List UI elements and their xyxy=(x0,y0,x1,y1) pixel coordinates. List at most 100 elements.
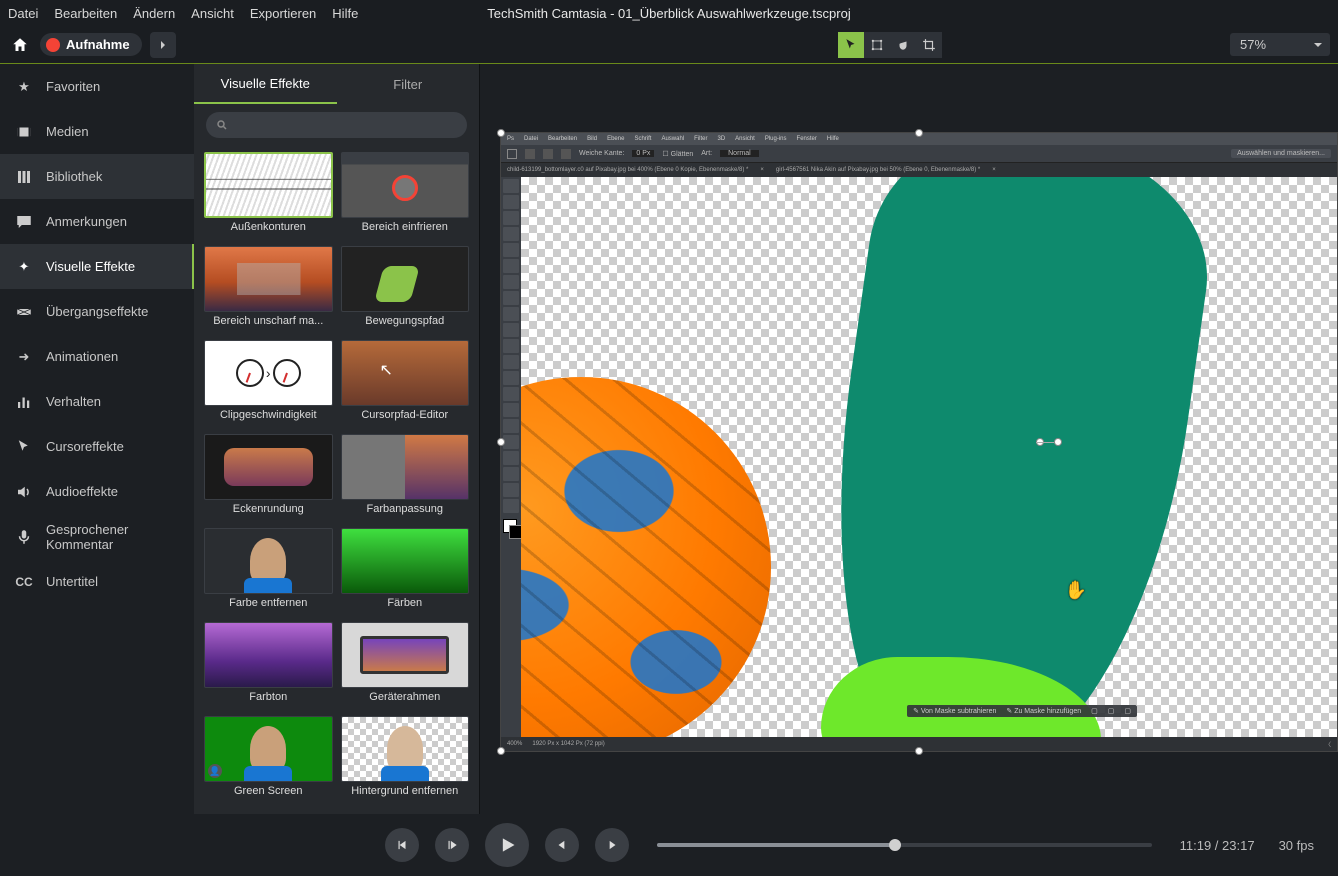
clock-icon xyxy=(236,359,264,387)
main-area: ★ Favoriten Medien Bibliothek Anmerkunge… xyxy=(0,64,1338,814)
sock-leg xyxy=(798,177,1224,737)
effect-bewegungspfad[interactable]: Bewegungspfad xyxy=(341,246,470,334)
selection-handle[interactable] xyxy=(497,747,505,755)
tool-select[interactable] xyxy=(838,32,864,58)
sidebar-item-annotations[interactable]: Anmerkungen xyxy=(0,199,194,244)
animation-icon: ➜ xyxy=(14,347,34,367)
tool-crop[interactable] xyxy=(916,32,942,58)
effect-thumbnail xyxy=(204,622,333,688)
effect-farbanpassung[interactable]: Farbanpassung xyxy=(341,434,470,522)
record-button[interactable]: Aufnahme xyxy=(40,33,142,56)
tool-pan-alt[interactable] xyxy=(864,32,890,58)
effect-green-screen[interactable]: 👤 Green Screen xyxy=(204,716,333,804)
effect-farbe-entfernen[interactable]: Farbe entfernen xyxy=(204,528,333,616)
effect-thumbnail: › xyxy=(204,340,333,406)
effect-hintergrund-entfernen[interactable]: Hintergrund entfernen xyxy=(341,716,470,804)
effects-grid: Außenkonturen Bereich einfrieren Bereich… xyxy=(194,146,479,814)
effect-thumbnail xyxy=(341,528,470,594)
ps-document-tabs: child-613199_bottomlayer.c0 auf Pixabay.… xyxy=(501,163,1337,177)
tab-filter[interactable]: Filter xyxy=(337,64,480,104)
sidebar-item-label: Verhalten xyxy=(46,394,101,409)
effect-clipgeschwindigkeit[interactable]: › Clipgeschwindigkeit xyxy=(204,340,333,428)
step-back-button[interactable] xyxy=(435,828,469,862)
prev-frame-button[interactable] xyxy=(385,828,419,862)
effect-label: Green Screen xyxy=(204,785,333,797)
effect-aussenkonturen[interactable]: Außenkonturen xyxy=(204,152,333,240)
menu-help[interactable]: Hilfe xyxy=(332,6,358,21)
effects-panel: Visuelle Effekte Filter Außenkonturen Be… xyxy=(194,64,480,814)
effect-thumbnail xyxy=(341,340,470,406)
home-button[interactable] xyxy=(8,33,32,57)
library-icon xyxy=(14,167,34,187)
rotation-stem xyxy=(1036,442,1054,443)
tab-visual-effects[interactable]: Visuelle Effekte xyxy=(194,64,337,104)
menu-edit[interactable]: Bearbeiten xyxy=(54,6,117,21)
play-button[interactable] xyxy=(485,823,529,867)
effect-cursorpfad-editor[interactable]: Cursorpfad-Editor xyxy=(341,340,470,428)
effect-bereich-einfrieren[interactable]: Bereich einfrieren xyxy=(341,152,470,240)
menu-modify[interactable]: Ändern xyxy=(133,6,175,21)
sidebar-item-label: Animationen xyxy=(46,349,118,364)
selection-handle[interactable] xyxy=(915,747,923,755)
ps-toolbar xyxy=(501,177,521,737)
prev-marker-button[interactable] xyxy=(545,828,579,862)
selection-handle[interactable] xyxy=(497,438,505,446)
effect-thumbnail xyxy=(204,528,333,594)
preview-clip[interactable]: PsDateiBearbeiten BildEbeneSchrift Auswa… xyxy=(500,132,1338,752)
sidebar-item-favorites[interactable]: ★ Favoriten xyxy=(0,64,194,109)
effect-geraeterahmen[interactable]: Geräterahmen xyxy=(341,622,470,710)
playback-slider[interactable] xyxy=(657,843,1151,847)
effect-thumbnail xyxy=(341,716,470,782)
menu-export[interactable]: Exportieren xyxy=(250,6,316,21)
clock-icon xyxy=(273,359,301,387)
rotation-knob[interactable] xyxy=(1054,438,1062,446)
sidebar-item-label: Gesprochener Kommentar xyxy=(46,522,180,552)
slider-fill xyxy=(657,843,894,847)
effect-label: Außenkonturen xyxy=(204,221,333,233)
zoom-dropdown[interactable]: 57% xyxy=(1230,33,1330,56)
effect-label: Färben xyxy=(341,597,470,609)
tool-hand[interactable] xyxy=(890,32,916,58)
sidebar-item-voice-narration[interactable]: Gesprochener Kommentar xyxy=(0,514,194,559)
behavior-icon xyxy=(14,392,34,412)
canvas-tool-group xyxy=(838,32,942,58)
slider-knob[interactable] xyxy=(889,839,901,851)
sidebar-item-animations[interactable]: ➜ Animationen xyxy=(0,334,194,379)
sidebar-item-transitions[interactable]: Übergangseffekte xyxy=(0,289,194,334)
star-icon: ★ xyxy=(14,77,34,97)
sidebar-item-label: Audioeffekte xyxy=(46,484,118,499)
record-expand-button[interactable] xyxy=(150,32,176,58)
sidebar-item-cursor-effects[interactable]: Cursoreffekte xyxy=(0,424,194,469)
selection-handle[interactable] xyxy=(915,129,923,137)
effect-bereich-unscharf[interactable]: Bereich unscharf ma... xyxy=(204,246,333,334)
sidebar-item-label: Anmerkungen xyxy=(46,214,127,229)
effects-tabs: Visuelle Effekte Filter xyxy=(194,64,479,104)
ps-options-bar: Weiche Kante:0 Px ☐ Glätten Art:Normal A… xyxy=(501,145,1337,163)
playback-fps[interactable]: 30 fps xyxy=(1271,836,1322,855)
effects-search-input[interactable] xyxy=(206,112,467,138)
effect-thumbnail xyxy=(204,434,333,500)
menu-file[interactable]: Datei xyxy=(8,6,38,21)
effect-eckenrundung[interactable]: Eckenrundung xyxy=(204,434,333,522)
microphone-icon xyxy=(14,527,34,547)
sidebar-item-label: Cursoreffekte xyxy=(46,439,124,454)
sidebar-item-library[interactable]: Bibliothek xyxy=(0,154,194,199)
sidebar-item-captions[interactable]: CC Untertitel xyxy=(0,559,194,604)
sidebar-item-visual-effects[interactable]: ✦ Visuelle Effekte xyxy=(0,244,194,289)
sidebar-item-audio-effects[interactable]: Audioeffekte xyxy=(0,469,194,514)
selection-handle[interactable] xyxy=(497,129,505,137)
zoom-value: 57% xyxy=(1240,37,1266,52)
next-marker-button[interactable] xyxy=(595,828,629,862)
playback-bar: 11:19 / 23:17 30 fps xyxy=(0,814,1338,876)
effect-label: Bereich unscharf ma... xyxy=(204,315,333,327)
sidebar-item-behaviors[interactable]: Verhalten xyxy=(0,379,194,424)
sidebar-item-label: Favoriten xyxy=(46,79,100,94)
effect-label: Farbe entfernen xyxy=(204,597,333,609)
ps-body: ✎ Von Maske subtrahieren ✎ Zu Maske hinz… xyxy=(501,177,1337,737)
sidebar-item-label: Medien xyxy=(46,124,89,139)
effect-farbton[interactable]: Farbton xyxy=(204,622,333,710)
menu-view[interactable]: Ansicht xyxy=(191,6,234,21)
effect-faerben[interactable]: Färben xyxy=(341,528,470,616)
canvas-area[interactable]: PsDateiBearbeiten BildEbeneSchrift Auswa… xyxy=(480,64,1338,814)
sidebar-item-media[interactable]: Medien xyxy=(0,109,194,154)
